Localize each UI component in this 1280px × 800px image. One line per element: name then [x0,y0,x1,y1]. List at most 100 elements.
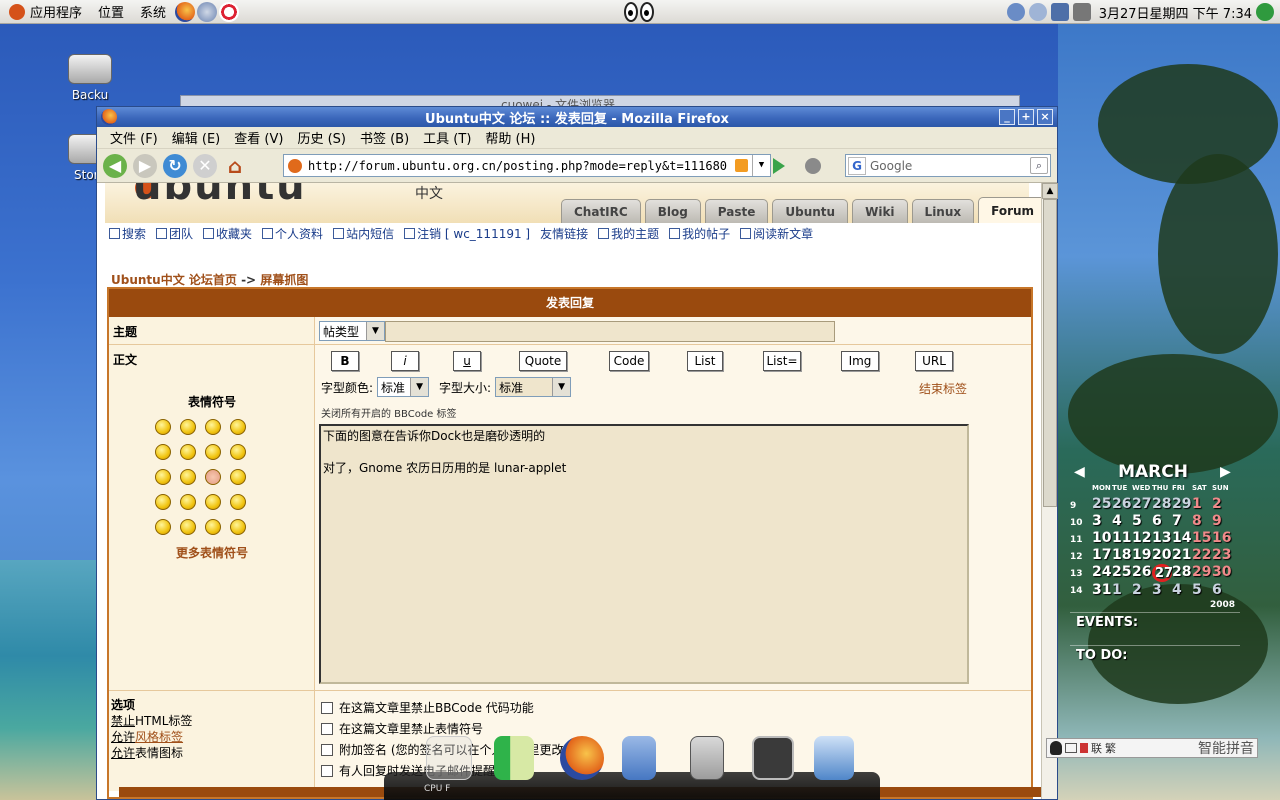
places-menu[interactable]: 位置 [90,0,132,24]
reload-button[interactable]: ↻ [163,153,187,178]
link-private-messages[interactable]: 站内短信 [333,225,394,242]
smiley-icon[interactable] [230,469,246,485]
font-size-select[interactable]: 标准 ▼ [495,377,572,397]
calendar-day[interactable]: 29 [1192,564,1212,582]
smiley-icon[interactable] [180,494,196,510]
checkbox[interactable] [321,743,333,756]
window-titlebar[interactable]: Ubuntu中文 论坛 :: 发表回复 - Mozilla Firefox _ … [97,107,1057,127]
checkbox[interactable] [321,764,333,777]
smiley-icon[interactable] [180,444,196,460]
menu-bookmarks[interactable]: 书签 (B) [353,128,416,147]
rss-feed-icon[interactable] [735,159,748,172]
arrow-icon[interactable] [230,519,246,535]
calendar-day[interactable]: 11 [1112,530,1132,547]
smiley-icon[interactable] [155,469,171,485]
system-menu[interactable]: 系统 [132,0,174,24]
file-cabinet-icon[interactable] [690,736,724,780]
back-button[interactable]: ◀ [103,153,127,178]
calendar-day[interactable]: 15 [1192,530,1212,547]
option-disable-bbcode[interactable]: 在这篇文章里禁止BBCode 代码功能 [321,697,1025,718]
breadcrumb-home[interactable]: Ubuntu中文 论坛首页 [111,273,237,287]
link-favorites[interactable]: 收藏夹 [203,225,252,242]
calendar-day[interactable]: 14 [1172,530,1192,547]
link-my-posts[interactable]: 我的帖子 [669,225,730,242]
smiley-icon[interactable] [180,469,196,485]
url-bar[interactable]: http://forum.ubuntu.org.cn/posting.php?m… [283,154,771,177]
bbcode-list-ordered-button[interactable]: List= [763,351,801,371]
smiley-icon[interactable] [205,494,221,510]
bbcode-status-link[interactable]: 允许 [111,730,135,744]
tab-linux[interactable]: Linux [911,199,975,223]
search-box[interactable]: G Google ⌕ [845,154,1051,177]
search-magnifier-icon[interactable]: ⌕ [1030,157,1048,174]
terminal-icon[interactable] [752,736,794,780]
smiley-icon[interactable] [180,419,196,435]
link-my-topics[interactable]: 我的主题 [598,225,659,242]
bbcode-quote-button[interactable]: Quote [519,351,567,371]
bbcode-img-button[interactable]: Img [841,351,879,371]
calendar-day[interactable]: 6 [1212,582,1232,599]
calendar-day[interactable]: 4 [1172,582,1192,599]
applications-menu[interactable]: 应用程序 [0,0,90,24]
calendar-day[interactable]: 10 [1092,530,1112,547]
calendar-day[interactable]: 27 [1132,496,1152,513]
bbcode-italic-button[interactable]: i [391,351,419,371]
subject-input[interactable] [385,321,835,342]
input-method-bar[interactable]: 联 繁 智能拼音 [1046,738,1258,758]
help-launcher-icon[interactable] [219,1,240,22]
url-history-dropdown[interactable]: ▼ [752,155,770,176]
calendar-day[interactable]: 8 [1192,513,1212,530]
desktop-drive-icon-backup[interactable]: Backu [60,54,120,102]
link-logout[interactable]: 注销 [ wc_111191 ] [404,225,530,242]
bbcode-bold-button[interactable]: B [331,351,359,371]
calendar-day[interactable]: 30 [1212,564,1232,582]
calendar-day[interactable]: 21 [1172,547,1192,564]
calendar-day[interactable]: 4 [1112,513,1132,530]
next-month-arrow-icon[interactable]: ▶ [1220,464,1231,480]
battery-icon[interactable] [494,736,534,780]
tab-wiki[interactable]: Wiki [852,199,908,223]
cpu-monitor-icon[interactable] [426,736,472,780]
calendar-day[interactable]: 13 [1152,530,1172,547]
calendar-day[interactable]: 18 [1112,547,1132,564]
calendar-day[interactable]: 28 [1152,496,1172,513]
tab-ubuntu[interactable]: Ubuntu [772,199,849,223]
smiley-icon[interactable] [230,419,246,435]
bbcode-code-button[interactable]: Code [609,351,649,371]
calendar-day[interactable]: 26 [1112,496,1132,513]
link-search[interactable]: 搜索 [109,225,146,242]
smilies-status-link[interactable]: 允许 [111,746,135,760]
smiley-icon[interactable] [230,444,246,460]
firefox-launcher-icon[interactable] [175,1,196,22]
menu-edit[interactable]: 编辑 (E) [165,128,228,147]
menu-file[interactable]: 文件 (F) [103,128,165,147]
documents-icon[interactable] [622,736,656,780]
trash-icon[interactable] [814,736,854,780]
smiley-icon[interactable] [155,494,171,510]
tab-blog[interactable]: Blog [644,199,701,223]
calendar-day[interactable]: 2 [1132,582,1152,599]
ime-item-traditional[interactable]: 繁 [1105,740,1116,756]
close-button[interactable]: × [1037,109,1053,125]
calendar-day[interactable]: 26 [1132,564,1152,582]
link-groups[interactable]: 团队 [156,225,193,242]
link-new-posts[interactable]: 阅读新文章 [740,225,813,242]
penguin-icon[interactable] [1050,741,1062,755]
bbcode-underline-button[interactable]: u [453,351,481,371]
smiley-icon[interactable] [205,469,221,485]
google-engine-icon[interactable]: G [848,156,866,175]
site-logo[interactable]: ubuntu [133,183,307,209]
checkbox[interactable] [321,701,333,714]
close-tags-link[interactable]: 结束标签 [919,380,967,397]
calendar-day[interactable]: 25 [1092,496,1112,513]
scroll-thumb[interactable] [1043,199,1057,507]
tab-paste[interactable]: Paste [704,199,769,223]
calendar-day[interactable]: 31 [1092,582,1112,599]
idea-icon[interactable] [205,519,221,535]
link-profile[interactable]: 个人资料 [262,225,323,242]
post-type-select[interactable]: 帖类型 ▼ [319,321,385,341]
update-icon[interactable] [1006,3,1025,21]
smiley-icon[interactable] [155,444,171,460]
calendar-day[interactable]: 3 [1092,513,1112,530]
menu-tools[interactable]: 工具 (T) [416,128,478,147]
